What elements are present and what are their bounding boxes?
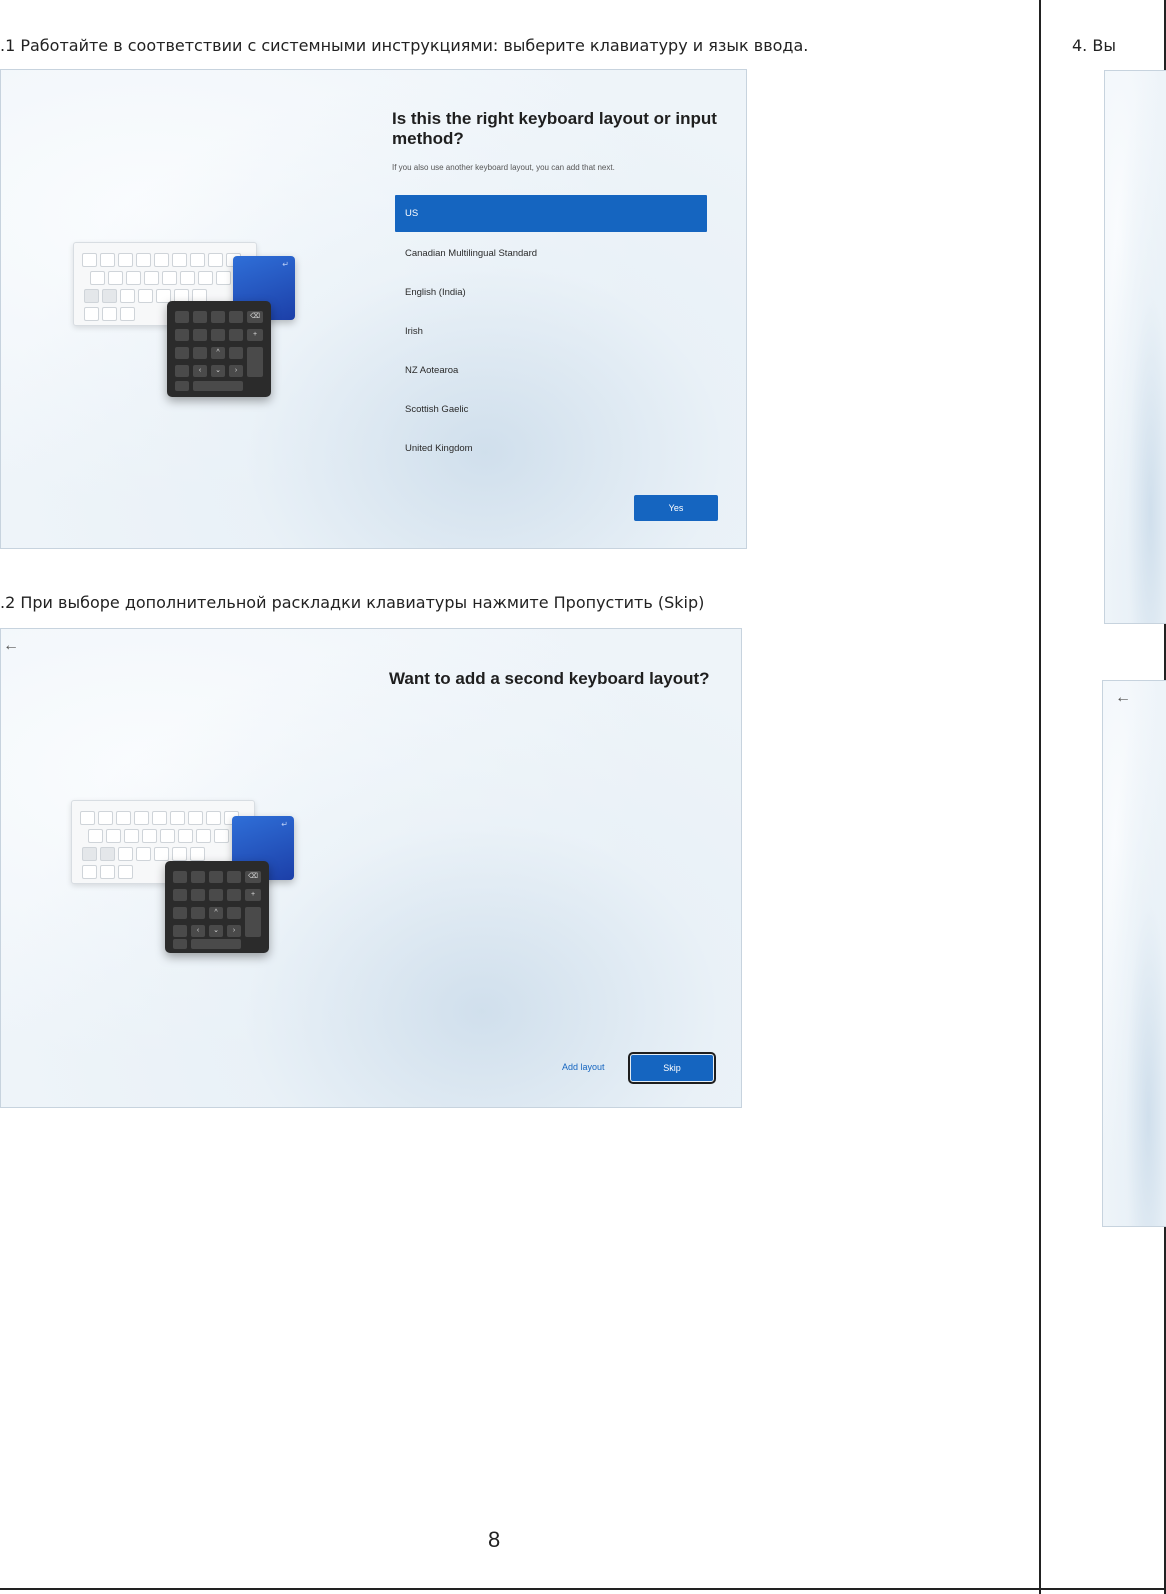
screen-title: Want to add a second keyboard layout? [389, 669, 710, 688]
backspace-key-icon: ⌫ [247, 311, 263, 323]
keyboard-key [136, 253, 151, 267]
left-key-icon: ‹ [193, 365, 207, 377]
second-layout-screen: ← ↵ ⌫ + ^ ‹ ⌄ › Want to add a second key… [0, 628, 742, 1108]
keyboard-key [82, 253, 97, 267]
keyboard-key [196, 829, 211, 843]
page-divider [1039, 0, 1041, 1594]
keyboard-key [216, 271, 231, 285]
up-key-icon: ^ [209, 907, 223, 919]
back-arrow-icon[interactable]: ← [3, 637, 19, 655]
keyboard-key [102, 289, 117, 303]
keyboard-key [144, 271, 159, 285]
keyboard-key [116, 811, 131, 825]
numpad-image: ⌫ + ^ ‹ ⌄ › [167, 301, 271, 397]
keyboard-key [90, 271, 105, 285]
keyboard-key [134, 811, 149, 825]
plus-key-icon: + [245, 889, 261, 901]
enter-icon: ↵ [282, 260, 289, 269]
keyboard-key [198, 271, 213, 285]
keyboard-key [214, 829, 229, 843]
step-3-2-caption: .2 При выборе дополнительной раскладки к… [0, 593, 705, 612]
keyboard-key [84, 289, 99, 303]
keyboard-key [100, 865, 115, 879]
bottom-border [0, 1588, 1166, 1590]
plus-key-icon: + [247, 329, 263, 341]
layout-option[interactable]: Scottish Gaelic [395, 390, 707, 429]
keyboard-key [118, 865, 133, 879]
keyboard-key [152, 811, 167, 825]
right-screen-top [1104, 70, 1166, 624]
keyboard-key [172, 253, 187, 267]
keyboard-key [102, 307, 117, 321]
layout-list: US Canadian Multilingual Standard Englis… [395, 195, 707, 468]
keyboard-key [126, 271, 141, 285]
right-key-icon: › [229, 365, 243, 377]
right-screen-bottom: ← [1102, 680, 1166, 1227]
right-key-icon: › [227, 925, 241, 937]
step-4-caption: 4. Вы [1072, 36, 1116, 55]
keyboard-key [178, 829, 193, 843]
keyboard-key [88, 829, 103, 843]
keyboard-key [154, 253, 169, 267]
step-3-1-caption: .1 Работайте в соответствии с системными… [0, 36, 809, 55]
keyboard-layout-screen: ↵ ⌫ + ^ ‹ ⌄ › Is this the right keyboard… [0, 69, 747, 549]
page-number: 8 [488, 1527, 501, 1552]
layout-option[interactable]: United Kingdom [395, 429, 707, 468]
add-layout-button[interactable]: Add layout [562, 1062, 605, 1072]
down-key-icon: ⌄ [211, 365, 225, 377]
keyboard-key [188, 811, 203, 825]
keyboard-key [136, 847, 151, 861]
layout-option[interactable]: English (India) [395, 273, 707, 312]
yes-button[interactable]: Yes [634, 495, 718, 521]
keyboard-key [162, 271, 177, 285]
keyboard-key [118, 253, 133, 267]
left-key-icon: ‹ [191, 925, 205, 937]
keyboard-key [82, 865, 97, 879]
keyboard-key [80, 811, 95, 825]
layout-option[interactable]: Irish [395, 312, 707, 351]
skip-button[interactable]: Skip [628, 1052, 716, 1084]
layout-option[interactable]: NZ Aotearoa [395, 351, 707, 390]
keyboard-key [206, 811, 221, 825]
keyboard-key [82, 847, 97, 861]
keyboard-key [84, 307, 99, 321]
numpad-image: ⌫ + ^ ‹ ⌄ › [165, 861, 269, 953]
keyboard-key [120, 307, 135, 321]
keyboard-key [170, 811, 185, 825]
keyboard-key [180, 271, 195, 285]
up-key-icon: ^ [211, 347, 225, 359]
keyboard-key [142, 829, 157, 843]
layout-option[interactable]: US [395, 195, 707, 232]
keyboard-key [100, 253, 115, 267]
backspace-key-icon: ⌫ [245, 871, 261, 883]
keyboard-key [108, 271, 123, 285]
enter-icon: ↵ [281, 820, 288, 829]
keyboard-key [190, 847, 205, 861]
keyboard-key [98, 811, 113, 825]
keyboard-key [190, 253, 205, 267]
keyboard-key [106, 829, 121, 843]
keyboard-key [208, 253, 223, 267]
keyboard-key [120, 289, 135, 303]
keyboard-key [124, 829, 139, 843]
keyboard-key [118, 847, 133, 861]
screen-subtitle: If you also use another keyboard layout,… [392, 163, 615, 172]
keyboard-key [100, 847, 115, 861]
keyboard-key [172, 847, 187, 861]
screen-title: Is this the right keyboard layout or inp… [392, 109, 717, 148]
keyboard-key [154, 847, 169, 861]
keyboard-key [160, 829, 175, 843]
down-key-icon: ⌄ [209, 925, 223, 937]
layout-option[interactable]: Canadian Multilingual Standard [395, 234, 707, 273]
keyboard-key [138, 289, 153, 303]
back-arrow-icon[interactable]: ← [1115, 689, 1131, 707]
